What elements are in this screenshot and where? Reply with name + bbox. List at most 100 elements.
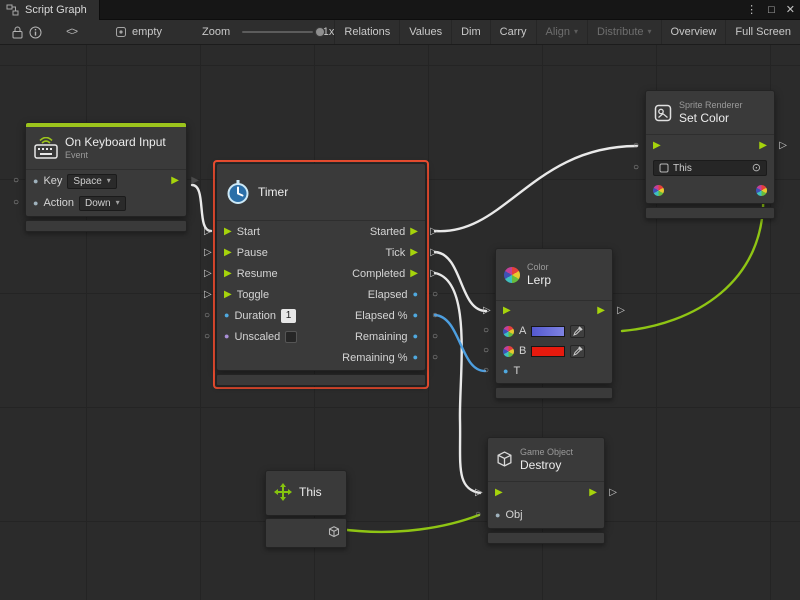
zoom-slider[interactable] [242,31,313,33]
maximize-icon[interactable]: □ [768,5,775,16]
eyedropper-b-button[interactable] [570,345,585,358]
elapsed-percent-dot: ● [413,311,418,320]
duration-in-port[interactable]: ○ [204,311,210,321]
node-timer[interactable]: Timer ▷ ▶ Start Started ▶ ▷ ▷ ▶ Pause Ti… [213,160,429,389]
node-group: Sprite Renderer [679,100,743,111]
node-color-lerp[interactable]: Color Lerp ▷ ▶ ▶ ▷ ○ A [495,248,613,399]
wire-timer-elapsed-to-lerp-t[interactable] [435,315,485,371]
remaining-label: Remaining [355,331,408,343]
tab-script-graph[interactable]: Script Graph [0,0,100,20]
remaining-out-port[interactable]: ○ [432,332,438,342]
carry-button[interactable]: Carry [490,20,536,44]
info-icon[interactable] [26,20,44,44]
elapsed-label: Elapsed [368,289,408,301]
flow-in-port[interactable]: ▷ [475,488,483,498]
values-button[interactable]: Values [399,20,451,44]
node-on-keyboard-input[interactable]: On Keyboard Input Event ○ ● Key Space▾ ▶… [25,122,187,232]
t-label: T [513,365,520,377]
remaining-percent-out-port[interactable]: ○ [432,353,438,363]
port-row: ○ A [496,321,612,341]
title-bar: Script Graph ⋮ □ ✕ [0,0,800,20]
distribute-button: Distribute▾ [587,20,660,44]
wire-timer-started-to-setcolor[interactable] [435,146,637,231]
overview-button[interactable]: Overview [661,20,726,44]
node-this[interactable]: This [265,470,347,548]
wire-timer-tick-to-lerp[interactable] [435,252,486,311]
object-picker-icon[interactable]: ⊙ [752,163,761,174]
graph-breadcrumb: empty [115,26,162,38]
color-port-wheel-icon[interactable] [756,185,767,196]
node-footer [25,220,187,232]
action-input-port[interactable]: ○ [13,198,19,208]
remaining-percent-dot: ● [413,353,418,362]
flow-out-port[interactable]: ▷ [609,488,617,498]
node-set-color[interactable]: Sprite Renderer Set Color ○ ▶ ▶ ▷ ○ This [645,90,775,219]
flow-out-port[interactable]: ▶ [191,176,199,186]
wire-this-to-destroy-obj[interactable] [339,515,479,532]
port-row [646,179,774,201]
port-row: ○ ▶ ▶ ▷ [646,135,774,157]
target-in-port[interactable]: ○ [633,163,639,173]
lock-icon[interactable] [8,20,26,44]
unscaled-in-port[interactable]: ○ [204,332,210,342]
port-row: ▷ ▶ Toggle Elapsed ● ○ [217,284,425,305]
flow-in-arrow: ▶ [495,488,503,498]
collapse-ports-icon[interactable]: <> [66,26,77,38]
key-input-port[interactable]: ○ [13,176,19,186]
node-title: On Keyboard Input [65,135,166,149]
port-row: ○ B [496,341,612,361]
port-row: ○ ● Duration 1 Elapsed % ● ○ [217,305,425,326]
tick-flow-port[interactable]: ▷ [430,248,438,258]
color-input-wheel-icon[interactable] [653,185,664,196]
flow-out-port[interactable]: ▷ [617,306,625,316]
flow-out-arrow: ▶ [589,488,597,498]
flow-in-arrow: ▶ [224,227,232,237]
b-in-port[interactable]: ○ [483,346,489,356]
completed-flow-port[interactable]: ▷ [430,269,438,279]
action-dropdown[interactable]: Down▾ [79,196,126,211]
game-object-out-port[interactable] [328,526,340,541]
port-row: Remaining % ● ○ [217,347,425,368]
resume-flow-port[interactable]: ▷ [204,269,212,279]
elapsed-percent-out-port[interactable]: ○ [432,311,438,321]
color-b-swatch[interactable] [531,346,565,357]
flow-in-arrow: ▶ [653,141,661,151]
completed-label: Completed [352,268,405,280]
start-flow-port[interactable]: ▷ [204,227,212,237]
fullscreen-button[interactable]: Full Screen [725,20,800,44]
flow-in-port[interactable]: ○ [633,141,639,151]
color-wheel-icon [504,267,520,283]
eyedropper-a-button[interactable] [570,325,585,338]
elapsed-out-port[interactable]: ○ [432,290,438,300]
key-dropdown[interactable]: Space▾ [67,174,116,189]
color-a-swatch[interactable] [531,326,565,337]
wire-timer-completed-to-destroy[interactable] [435,273,480,493]
started-flow-port[interactable]: ▷ [430,227,438,237]
this-move-icon [274,483,292,501]
unscaled-checkbox[interactable] [285,331,297,343]
obj-in-port[interactable]: ○ [475,510,481,520]
wire-keyboard-to-timer-start[interactable] [192,185,211,231]
a-in-port[interactable]: ○ [483,326,489,336]
relations-button[interactable]: Relations [334,20,399,44]
flow-in-port[interactable]: ▷ [483,306,491,316]
node-destroy[interactable]: Game Object Destroy ▷ ▶ ▶ ▷ ○ ● Obj [487,437,605,544]
t-in-port[interactable]: ○ [483,366,489,376]
zoom-slider-handle[interactable] [315,27,325,37]
port-row: ○ This ⊙ [646,157,774,179]
target-object-field[interactable]: This ⊙ [653,160,767,176]
b-color-wheel-icon [503,346,514,357]
tab-title: Script Graph [25,4,87,16]
pause-flow-port[interactable]: ▷ [204,248,212,258]
port-row: ○ ● T [496,361,612,381]
toggle-flow-port[interactable]: ▷ [204,290,212,300]
flow-out-port[interactable]: ▷ [779,141,787,151]
close-icon[interactable]: ✕ [786,5,795,16]
action-label: Action [43,197,74,209]
graph-canvas[interactable]: On Keyboard Input Event ○ ● Key Space▾ ▶… [0,45,800,600]
duration-value-field[interactable]: 1 [281,309,296,323]
dim-button[interactable]: Dim [451,20,490,44]
window-menu-icon[interactable]: ⋮ [746,5,757,16]
node-subtitle: Event [65,150,166,161]
key-label: Key [43,175,62,187]
